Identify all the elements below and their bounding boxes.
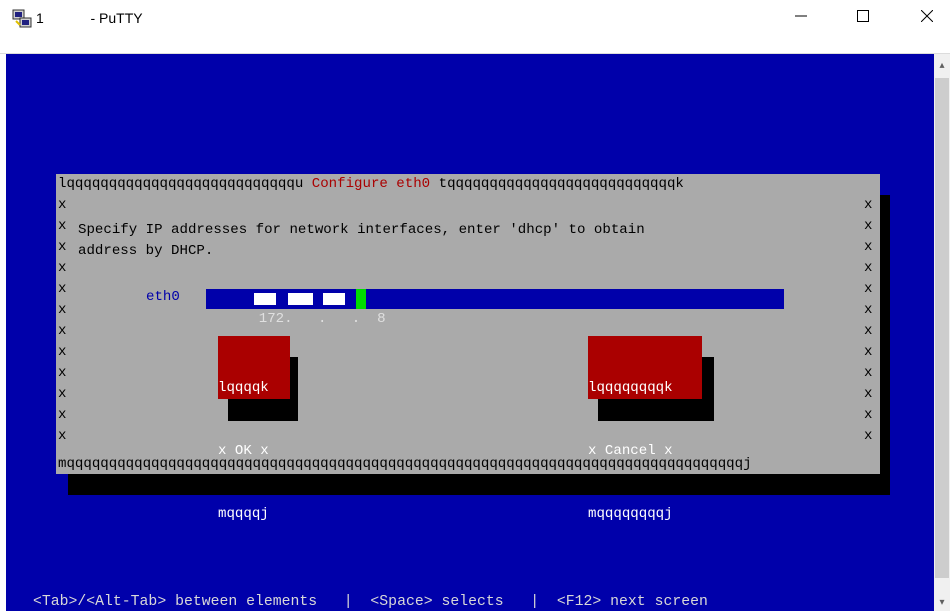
dialog-right-border: x	[864, 365, 873, 381]
scroll-down-icon[interactable]: ▾	[936, 597, 948, 609]
scroll-up-icon[interactable]: ▴	[936, 60, 948, 72]
dialog-left-border: x	[58, 197, 67, 213]
dialog-left-border: x	[58, 407, 67, 423]
text-cursor	[356, 289, 366, 309]
configure-dialog: lqqqqqqqqqqqqqqqqqqqqqqqqqqqu Configure …	[56, 174, 880, 522]
minimize-button[interactable]	[778, 0, 824, 32]
close-icon	[921, 10, 933, 22]
dialog-right-border: x	[864, 281, 873, 297]
close-button[interactable]	[904, 0, 950, 32]
dialog-left-border: x	[58, 344, 67, 360]
dialog-left-border: x	[58, 260, 67, 276]
redaction-block	[323, 293, 345, 305]
minimize-icon	[795, 15, 807, 17]
dialog-top-border: lqqqqqqqqqqqqqqqqqqqqqqqqqqqu Configure …	[58, 176, 684, 192]
dialog-right-border: x	[864, 428, 873, 444]
putty-icon	[12, 9, 32, 28]
dialog-left-border: x	[58, 365, 67, 381]
maximize-button[interactable]	[840, 0, 886, 32]
cancel-button-top-border: lqqqqqqqqk	[588, 380, 673, 396]
dialog-right-border: x	[864, 302, 873, 318]
dialog-left-border: x	[58, 386, 67, 402]
scroll-thumb[interactable]	[935, 78, 949, 578]
dialog-description-line-1: Specify IP addresses for network interfa…	[78, 222, 645, 238]
ok-button[interactable]: lqqqqk x OK x mqqqqj	[218, 336, 290, 522]
dialog-description-line-2: address by DHCP.	[78, 243, 214, 259]
ok-button-bottom-border: mqqqqj	[218, 506, 269, 522]
dialog-right-border: x	[864, 344, 873, 360]
dialog-right-border: x	[864, 386, 873, 402]
dialog-right-border: x	[864, 197, 873, 213]
eth0-field-label: eth0	[146, 289, 180, 305]
eth0-ip-value: 172. . . 8	[258, 311, 386, 327]
window-title-bar[interactable]: 1 - PuTTY	[0, 0, 950, 54]
dialog-left-border: x	[58, 281, 67, 297]
redaction-block	[254, 293, 276, 305]
terminal-screen[interactable]: lqqqqqqqqqqqqqqqqqqqqqqqqqqqu Configure …	[6, 54, 934, 611]
dialog-left-border: x	[58, 428, 67, 444]
dialog-right-border: x	[864, 323, 873, 339]
dialog-right-border: x	[864, 260, 873, 276]
dialog-left-border: x	[58, 239, 67, 255]
eth0-ip-input[interactable]: 172. . . 8	[206, 289, 784, 327]
dialog-left-border: x	[58, 323, 67, 339]
dialog-right-border: x	[864, 239, 873, 255]
cancel-button[interactable]: lqqqqqqqqk x Cancel x mqqqqqqqqj	[588, 336, 702, 522]
dialog-left-border: x	[58, 218, 67, 234]
dialog-right-border: x	[864, 218, 873, 234]
help-footer: <Tab>/<Alt-Tab> between elements | <Spac…	[33, 594, 708, 610]
maximize-icon	[857, 10, 869, 22]
ok-button-top-border: lqqqqk	[218, 380, 269, 396]
redaction-block	[288, 293, 313, 305]
dialog-left-border: x	[58, 302, 67, 318]
window-title: 1 - PuTTY	[36, 10, 143, 26]
cancel-button-bottom-border: mqqqqqqqqj	[588, 506, 673, 522]
dialog-bottom-border: mqqqqqqqqqqqqqqqqqqqqqqqqqqqqqqqqqqqqqqq…	[58, 456, 752, 472]
dialog-right-border: x	[864, 407, 873, 423]
dialog-title: Configure eth0	[311, 176, 431, 192]
vertical-scrollbar[interactable]: ▴ ▾	[934, 54, 950, 611]
